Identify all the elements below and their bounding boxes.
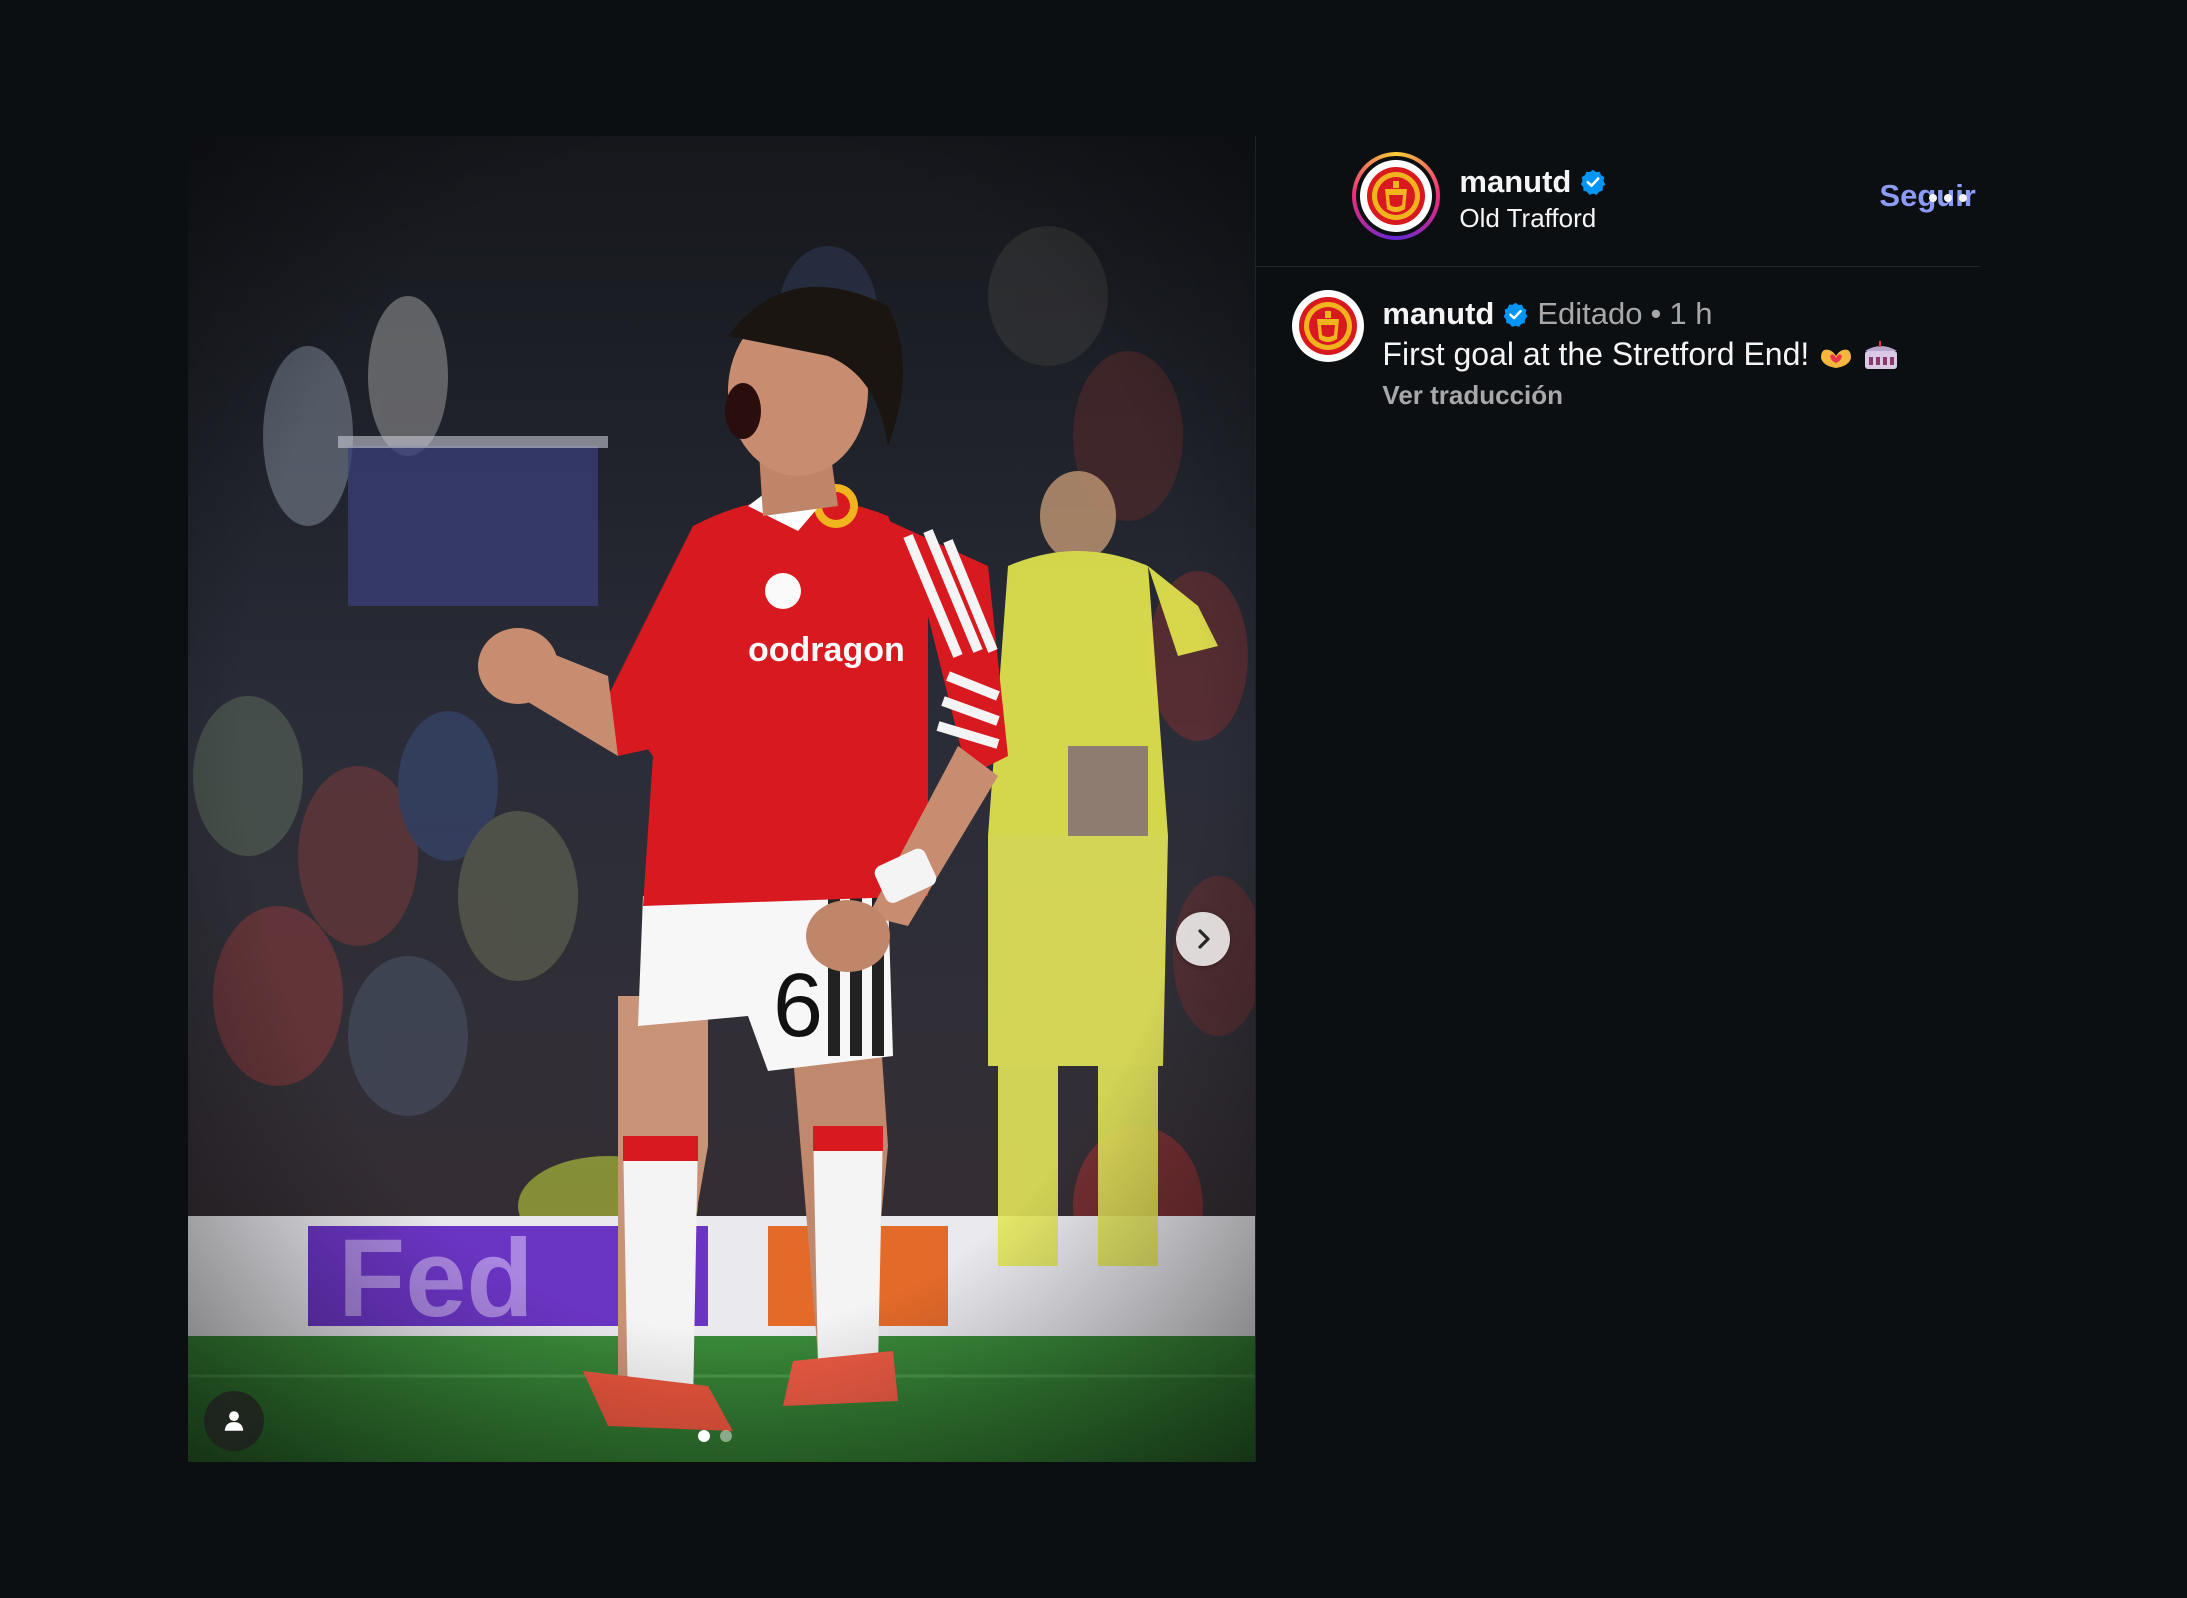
post-media[interactable]: Fed xyxy=(188,136,1256,1462)
post-photo: Fed xyxy=(188,136,1256,1462)
club-crest-icon xyxy=(1367,167,1426,225)
meta-separator: • xyxy=(1650,296,1662,331)
see-translation-link[interactable]: Ver traducción xyxy=(1382,380,1563,411)
stadium-emoji xyxy=(1865,340,1898,369)
header-username[interactable]: manutd xyxy=(1459,164,1571,200)
tagged-users-button[interactable] xyxy=(204,1391,264,1451)
club-crest-icon xyxy=(1299,297,1358,355)
more-options-button[interactable] xyxy=(1928,186,1968,210)
caption-username[interactable]: manutd xyxy=(1382,296,1494,332)
chevron-right-icon xyxy=(1198,929,1210,949)
caption-text: First goal at the Stretford End! xyxy=(1382,336,1810,372)
post-dialog: Fed xyxy=(188,136,1981,1462)
profile-avatar xyxy=(1360,160,1433,232)
next-slide-button[interactable] xyxy=(1176,912,1230,966)
story-ring[interactable] xyxy=(1352,152,1441,240)
carousel-dot xyxy=(720,1430,732,1442)
carousel-dot xyxy=(698,1430,710,1442)
heart-hands-emoji xyxy=(1821,349,1852,368)
caption-avatar[interactable] xyxy=(1292,290,1365,362)
caption-text-row: First goal at the Stretford End! xyxy=(1382,336,1899,373)
more-horizontal-icon xyxy=(1929,194,1967,202)
post-sidebar: manutd Old Trafford Seguir manutd Editad… xyxy=(1255,136,1981,1462)
header-username-row: manutd xyxy=(1459,164,1607,200)
edited-label: Editado xyxy=(1537,296,1643,331)
location-link[interactable]: Old Trafford xyxy=(1459,203,1596,234)
post-timestamp[interactable]: 1 h xyxy=(1669,296,1712,332)
verified-badge-icon xyxy=(1581,169,1606,195)
verified-badge-icon xyxy=(1504,302,1528,327)
caption-meta: manutd Editado • 1 h xyxy=(1382,296,1712,332)
user-tag-icon xyxy=(224,1411,244,1431)
post-header: manutd Old Trafford Seguir xyxy=(1256,136,1981,267)
carousel-indicator xyxy=(698,1430,732,1442)
